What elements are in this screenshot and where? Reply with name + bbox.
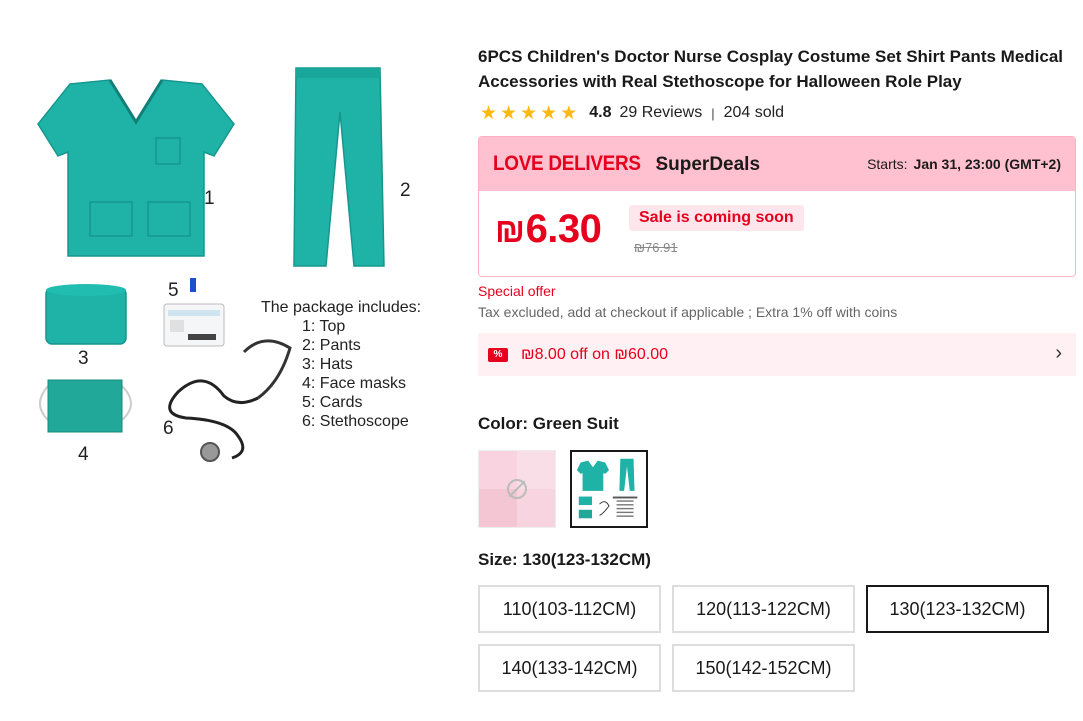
- image-number-4: 4: [78, 444, 89, 465]
- size-label-key: Size:: [478, 550, 518, 569]
- starts-label: Starts:: [867, 156, 908, 172]
- sold-count: 204 sold: [723, 104, 785, 121]
- superdeals-label: SuperDeals: [655, 154, 761, 175]
- color-swatches: [478, 450, 1076, 528]
- green-suit-thumbnail: [576, 458, 638, 519]
- star-icon: ★: [520, 102, 538, 124]
- image-number-3: 3: [78, 348, 89, 369]
- unavailable-icon: [507, 479, 527, 499]
- star-icon: ★: [560, 102, 578, 124]
- image-number-1: 1: [204, 188, 215, 209]
- size-options: 110(103-112CM) 120(113-122CM) 130(123-13…: [478, 585, 1076, 692]
- scrub-pants-illustration: [293, 67, 385, 267]
- product-title: 6PCS Children's Doctor Nurse Cosplay Cos…: [478, 47, 1064, 91]
- size-label: Size: 130(123-132CM): [478, 550, 1076, 570]
- chevron-right-icon: ›: [1055, 342, 1062, 364]
- product-main-image[interactable]: 1 2 3 4 5 6 The package includes: 1: Top…: [18, 52, 458, 482]
- divider: |: [711, 105, 715, 121]
- scrub-hat-illustration: [45, 284, 127, 345]
- coupon-banner[interactable]: % ₪8.00 off on ₪60.00 ›: [478, 333, 1076, 376]
- size-option-140[interactable]: 140(133-142CM): [478, 644, 661, 692]
- package-item-2: 2: Pants: [302, 337, 361, 354]
- original-price: ₪76.91: [634, 240, 678, 255]
- tax-note: Tax excluded, add at checkout if applica…: [478, 304, 898, 320]
- current-price: ₪6.30: [495, 207, 602, 252]
- package-includes-title: The package includes:: [261, 299, 421, 316]
- size-option-130[interactable]: 130(123-132CM): [866, 585, 1049, 633]
- product-info-panel: 6PCS Children's Doctor Nurse Cosplay Cos…: [478, 44, 1076, 692]
- love-delivers-logo: LOVE DELIVERS: [493, 152, 641, 175]
- superdeals-box: LOVE DELIVERS · SuperDeals Starts: Jan 31…: [478, 136, 1076, 277]
- face-mask-illustration: [39, 379, 132, 433]
- currency-symbol: ₪: [495, 212, 525, 250]
- color-swatch-pink[interactable]: [478, 450, 556, 528]
- color-swatch-green-suit[interactable]: [570, 450, 648, 528]
- rating-stars[interactable]: ★ ★ ★ ★ ★: [480, 104, 577, 123]
- image-number-2: 2: [400, 180, 411, 201]
- color-label: Color: Green Suit: [478, 414, 1076, 434]
- package-item-4: 4: Face masks: [302, 375, 406, 392]
- reviews-link[interactable]: 29 Reviews: [619, 104, 702, 122]
- superdeals-brand: LOVE DELIVERS · SuperDeals: [493, 152, 760, 176]
- coupon-icon: %: [488, 347, 508, 362]
- image-number-5: 5: [168, 280, 179, 301]
- coupon-text: ₪8.00 off on ₪60.00: [521, 345, 668, 363]
- star-icon: ★: [500, 102, 518, 124]
- price-value: 6.30: [525, 207, 602, 251]
- size-option-120[interactable]: 120(113-122CM): [672, 585, 855, 633]
- image-number-6: 6: [163, 418, 174, 439]
- size-option-110[interactable]: 110(103-112CM): [478, 585, 661, 633]
- star-icon: ★: [540, 102, 558, 124]
- price-area: ₪6.30 Sale is coming soon ₪76.91: [479, 191, 1075, 276]
- sale-coming-badge: Sale is coming soon: [629, 205, 804, 231]
- size-label-value: 130(123-132CM): [522, 550, 651, 569]
- rating-value: 4.8: [589, 104, 612, 121]
- rating-row: ★ ★ ★ ★ ★ 4.8 29 Reviews | 204 sold: [478, 102, 1076, 124]
- package-item-5: 5: Cards: [302, 394, 362, 411]
- color-label-value: Green Suit: [532, 414, 619, 433]
- star-icon: ★: [480, 102, 498, 124]
- scrub-top-illustration: [37, 79, 235, 257]
- package-item-1: 1: Top: [302, 318, 345, 335]
- starts-value: Jan 31, 23:00 (GMT+2): [913, 156, 1061, 172]
- stethoscope-illustration: [168, 339, 292, 462]
- size-option-150[interactable]: 150(142-152CM): [672, 644, 855, 692]
- package-item-6: 6: Stethoscope: [302, 413, 409, 430]
- package-item-3: 3: Hats: [302, 356, 353, 373]
- deal-start-time: Starts: Jan 31, 23:00 (GMT+2): [867, 156, 1061, 172]
- color-label-key: Color:: [478, 414, 529, 433]
- special-offer-label: Special offer: [478, 283, 556, 299]
- superdeals-header: LOVE DELIVERS · SuperDeals Starts: Jan 31…: [479, 137, 1075, 191]
